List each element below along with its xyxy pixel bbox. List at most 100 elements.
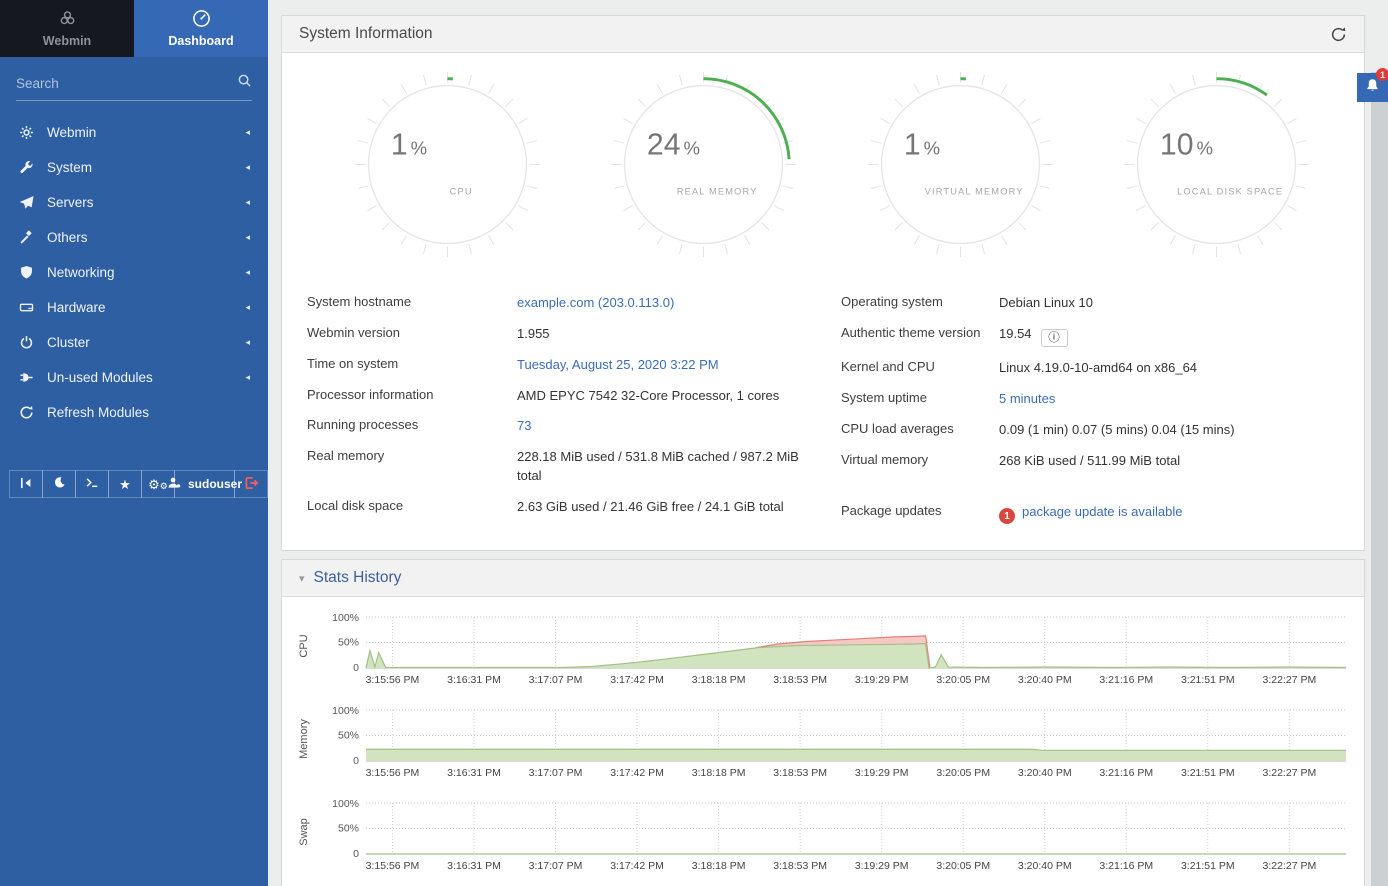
svg-text:3:18:18 PM: 3:18:18 PM <box>692 767 746 779</box>
tab-webmin[interactable]: Webmin <box>0 0 134 57</box>
svg-text:3:20:40 PM: 3:20:40 PM <box>1018 767 1072 779</box>
info-label: Real memory <box>307 448 517 463</box>
logout-button[interactable] <box>234 470 268 498</box>
svg-text:3:20:40 PM: 3:20:40 PM <box>1018 674 1072 686</box>
svg-text:3:15:56 PM: 3:15:56 PM <box>366 674 420 686</box>
package-updates-badge: 1 <box>999 508 1015 524</box>
chart-cpu: 3:15:56 PM3:16:31 PM3:17:07 PM3:17:42 PM… <box>314 609 1358 689</box>
paper-plane-icon <box>18 195 35 211</box>
svg-text:3:17:07 PM: 3:17:07 PM <box>529 767 583 779</box>
svg-text:0: 0 <box>353 848 359 860</box>
svg-text:CPU: CPU <box>450 187 473 197</box>
sidebar-item-webmin[interactable]: Webmin ◂ <box>0 115 268 150</box>
stats-history-panel: ▾ Stats History CPU3:15:56 PM3:16:31 PM3… <box>281 559 1365 886</box>
svg-text:VIRTUAL MEMORY: VIRTUAL MEMORY <box>924 187 1023 197</box>
info-row: System uptime5 minutes <box>841 384 1339 415</box>
gauge-cpu: 1%CPU <box>350 67 545 262</box>
chart-axis-label: Memory <box>294 702 314 782</box>
info-label: Virtual memory <box>841 452 999 467</box>
info-label: System hostname <box>307 294 517 309</box>
info-label: System uptime <box>841 390 999 405</box>
info-value: 1 package update is available <box>999 503 1182 525</box>
sidebar-item-label: Cluster <box>47 335 245 350</box>
theme-info-button[interactable]: ⓘ <box>1041 329 1068 347</box>
info-value-link[interactable]: 5 minutes <box>999 391 1055 406</box>
info-value-link[interactable]: 73 <box>517 418 531 433</box>
info-row: Kernel and CPULinux 4.19.0-10-amd64 on x… <box>841 353 1339 384</box>
gauges-row: 1%CPU24%REAL MEMORY1%VIRTUAL MEMORY10%LO… <box>282 53 1364 262</box>
info-value: 0.09 (1 min) 0.07 (5 mins) 0.04 (15 mins… <box>999 421 1235 440</box>
sidebar-item-label: Hardware <box>47 300 245 315</box>
svg-text:3:21:51 PM: 3:21:51 PM <box>1181 767 1235 779</box>
svg-text:3:18:53 PM: 3:18:53 PM <box>773 767 827 779</box>
svg-text:3:20:05 PM: 3:20:05 PM <box>936 860 990 872</box>
info-value-link[interactable]: example.com (203.0.113.0) <box>517 295 674 310</box>
svg-text:0: 0 <box>353 662 359 674</box>
collapse-sidebar-button[interactable] <box>9 470 43 498</box>
sidebar-item-others[interactable]: Others ◂ <box>0 220 268 255</box>
info-value: 1.955 <box>517 325 550 344</box>
chevron-left-icon: ◂ <box>245 162 250 173</box>
system-information-panel: System Information 1%CPU24%REAL MEMORY1%… <box>281 15 1365 551</box>
logout-icon <box>244 476 259 493</box>
sidebar-item-hardware[interactable]: Hardware ◂ <box>0 290 268 325</box>
favorites-button[interactable]: ★ <box>108 470 142 498</box>
info-value: example.com (203.0.113.0) <box>517 294 674 313</box>
svg-text:3:18:18 PM: 3:18:18 PM <box>692 860 746 872</box>
stats-history-header[interactable]: ▾ Stats History <box>282 560 1364 597</box>
tab-dashboard[interactable]: Dashboard <box>134 0 268 57</box>
info-label: Kernel and CPU <box>841 359 999 374</box>
info-label: Running processes <box>307 417 517 432</box>
chart-row-cpu: CPU3:15:56 PM3:16:31 PM3:17:07 PM3:17:42… <box>294 609 1364 689</box>
svg-text:100%: 100% <box>332 705 359 717</box>
notifications-button[interactable]: 1 <box>1357 73 1388 102</box>
info-value-link[interactable]: package update is available <box>1022 504 1182 519</box>
system-information-header: System Information <box>282 16 1364 53</box>
info-label: CPU load averages <box>841 421 999 436</box>
current-user-button[interactable]: sudouser <box>174 470 235 498</box>
search-input[interactable] <box>16 76 237 91</box>
search-row <box>16 73 252 101</box>
info-row: System hostnameexample.com (203.0.113.0) <box>307 288 805 319</box>
info-value: 5 minutes <box>999 390 1055 409</box>
svg-text:3:15:56 PM: 3:15:56 PM <box>366 860 420 872</box>
svg-text:REAL MEMORY: REAL MEMORY <box>677 187 758 197</box>
refresh-button[interactable] <box>1330 26 1347 43</box>
svg-text:3:16:31 PM: 3:16:31 PM <box>447 767 501 779</box>
info-value: 228.18 MiB used / 531.8 MiB cached / 987… <box>517 448 805 486</box>
sidebar-item-system[interactable]: System ◂ <box>0 150 268 185</box>
notification-count-badge: 1 <box>1376 68 1388 81</box>
webmin-logo-icon <box>58 9 77 31</box>
stats-charts: CPU3:15:56 PM3:16:31 PM3:17:07 PM3:17:42… <box>282 597 1364 875</box>
info-value-link[interactable]: Tuesday, August 25, 2020 3:22 PM <box>517 357 719 372</box>
info-value: 2.63 GiB used / 21.46 GiB free / 24.1 Gi… <box>517 498 784 517</box>
gear-icon <box>18 125 35 141</box>
svg-text:3:19:29 PM: 3:19:29 PM <box>855 860 909 872</box>
harddrive-icon <box>18 300 35 316</box>
sidebar-item-servers[interactable]: Servers ◂ <box>0 185 268 220</box>
scrollbar[interactable] <box>1371 72 1388 886</box>
sidebar-item-cluster[interactable]: Cluster ◂ <box>0 325 268 360</box>
chevron-left-icon: ◂ <box>245 337 250 348</box>
info-label: Package updates <box>841 503 999 518</box>
svg-text:100%: 100% <box>332 612 359 624</box>
shield-icon <box>18 265 35 281</box>
info-row: Virtual memory268 KiB used / 511.99 MiB … <box>841 446 1339 477</box>
svg-text:3:20:05 PM: 3:20:05 PM <box>936 674 990 686</box>
sidebar-item-networking[interactable]: Networking ◂ <box>0 255 268 290</box>
sidebar-item-refresh-modules[interactable]: Refresh Modules <box>0 395 268 430</box>
terminal-button[interactable] <box>75 470 109 498</box>
stats-history-title: Stats History <box>314 569 402 587</box>
night-mode-button[interactable] <box>42 470 76 498</box>
info-column-right: Operating systemDebian Linux 10Authentic… <box>841 288 1339 530</box>
info-row: Webmin version1.955 <box>307 319 805 350</box>
search-icon[interactable] <box>237 73 252 93</box>
gauge-local-disk-space: 10%LOCAL DISK SPACE <box>1119 67 1314 262</box>
chevron-left-icon: ◂ <box>245 267 250 278</box>
svg-text:3:22:27 PM: 3:22:27 PM <box>1263 860 1317 872</box>
svg-text:3:22:27 PM: 3:22:27 PM <box>1263 767 1317 779</box>
sidebar-item-unused-modules[interactable]: Un-used Modules ◂ <box>0 360 268 395</box>
sidebar-menu: Webmin ◂ System ◂ Servers ◂ Others ◂ Net… <box>0 115 268 430</box>
info-value: AMD EPYC 7542 32-Core Processor, 1 cores <box>517 387 779 406</box>
svg-text:3:15:56 PM: 3:15:56 PM <box>366 767 420 779</box>
